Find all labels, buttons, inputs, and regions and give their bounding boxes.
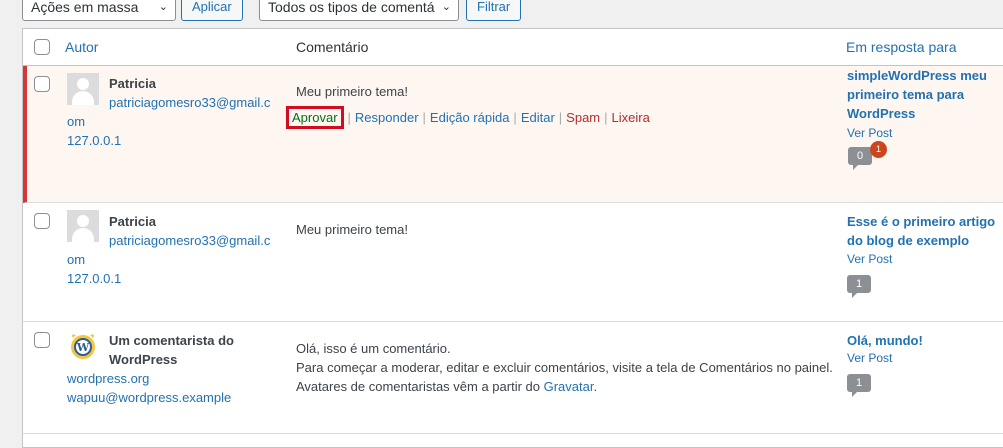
author-name-line1: Um comentarista do [109,333,234,348]
approved-count-bubble[interactable]: 0 [848,147,872,170]
chevron-down-icon: ⌄ [158,1,168,13]
post-title-line1[interactable]: simpleWordPress meu [847,66,997,85]
apply-button[interactable]: Aplicar [181,0,243,21]
author-email[interactable]: wapuu@wordpress.example [67,388,231,407]
table-row: Patricia patriciagomesro33@gmail.c om 12… [23,66,1003,203]
column-in-response-to[interactable]: Em resposta para [846,39,957,55]
select-all-checkbox[interactable] [34,39,50,55]
bulk-actions-value: Ações em massa [31,0,139,15]
author-ip[interactable]: 127.0.0.1 [67,269,121,288]
comment-text: Meu primeiro tema! [296,222,408,237]
table-header: Autor Comentário Em resposta para [23,29,1003,66]
table-row: W Um comentarista do WordPress wordpress… [23,322,1003,434]
author-ip[interactable]: 127.0.0.1 [67,131,121,150]
spam-link[interactable]: Spam [566,110,600,125]
edit-link[interactable]: Editar [521,110,555,125]
gravatar-link[interactable]: Gravatar [544,379,594,394]
comment-line3-suffix: . [593,379,598,394]
bulk-actions-select[interactable]: Ações em massa ⌄ [22,0,176,21]
author-email[interactable]: patriciagomesro33@gmail.c [109,231,270,250]
author-email-wrap[interactable]: om [67,112,85,131]
svg-text:W: W [76,341,90,354]
post-title-line1[interactable]: Esse é o primeiro artigo [847,212,997,231]
author-name: Patricia [109,76,156,91]
post-title[interactable]: Olá, mundo! [847,331,997,350]
author-name-line2: WordPress [109,352,178,367]
author-email[interactable]: patriciagomesro33@gmail.c [109,93,270,112]
trash-link[interactable]: Lixeira [612,110,650,125]
approved-count-bubble[interactable]: 1 [847,374,871,397]
approve-highlight: Aprovar [286,106,344,129]
reply-link[interactable]: Responder [355,110,419,125]
row-checkbox[interactable] [34,76,50,92]
comment-line1: Olá, isso é um comentário. [296,341,451,356]
pending-count-badge[interactable]: 1 [870,141,887,158]
post-title-line2[interactable]: do blog de exemplo [847,231,997,250]
view-post-link[interactable]: Ver Post [847,251,892,268]
author-url[interactable]: wordpress.org [67,369,149,388]
comment-line2: Para começar a moderar, editar e excluir… [296,360,833,375]
row-checkbox[interactable] [34,332,50,348]
chevron-down-icon: ⌄ [441,1,451,13]
post-title-line3[interactable]: WordPress [847,104,997,123]
view-post-link[interactable]: Ver Post [847,350,892,367]
column-author[interactable]: Autor [65,39,98,55]
row-actions: Aprovar | Responder | Edição rápida | Editar | S… [286,106,650,129]
column-comment: Comentário [296,39,369,55]
view-post-link[interactable]: Ver Post [847,125,892,142]
quick-edit-link[interactable]: Edição rápida [430,110,510,125]
row-checkbox[interactable] [34,213,50,229]
bulk-toolbar: Ações em massa ⌄ Aplicar Todos os tipos … [0,0,1003,28]
comment-type-select[interactable]: Todos os tipos de comentá ⌄ [259,0,459,21]
comments-table: Autor Comentário Em resposta para Patric… [22,28,1003,448]
approved-count-bubble[interactable]: 1 [847,275,871,298]
comment-text: Meu primeiro tema! [296,84,408,99]
comment-line3: Avatares de comentaristas vêm a partir d… [296,377,597,396]
approve-link[interactable]: Aprovar [292,110,338,125]
author-name: Patricia [109,214,156,229]
author-email-wrap[interactable]: om [67,250,85,269]
avatar [67,73,99,105]
filter-button[interactable]: Filtrar [466,0,522,21]
wapuu-avatar-icon: W [71,334,95,359]
table-row: Patricia patriciagomesro33@gmail.c om 12… [23,203,1003,322]
avatar [67,210,99,242]
post-title-line2[interactable]: primeiro tema para [847,85,997,104]
comment-line3-prefix: Avatares de comentaristas vêm a partir d… [296,379,544,394]
comment-type-value: Todos os tipos de comentá [268,0,435,15]
